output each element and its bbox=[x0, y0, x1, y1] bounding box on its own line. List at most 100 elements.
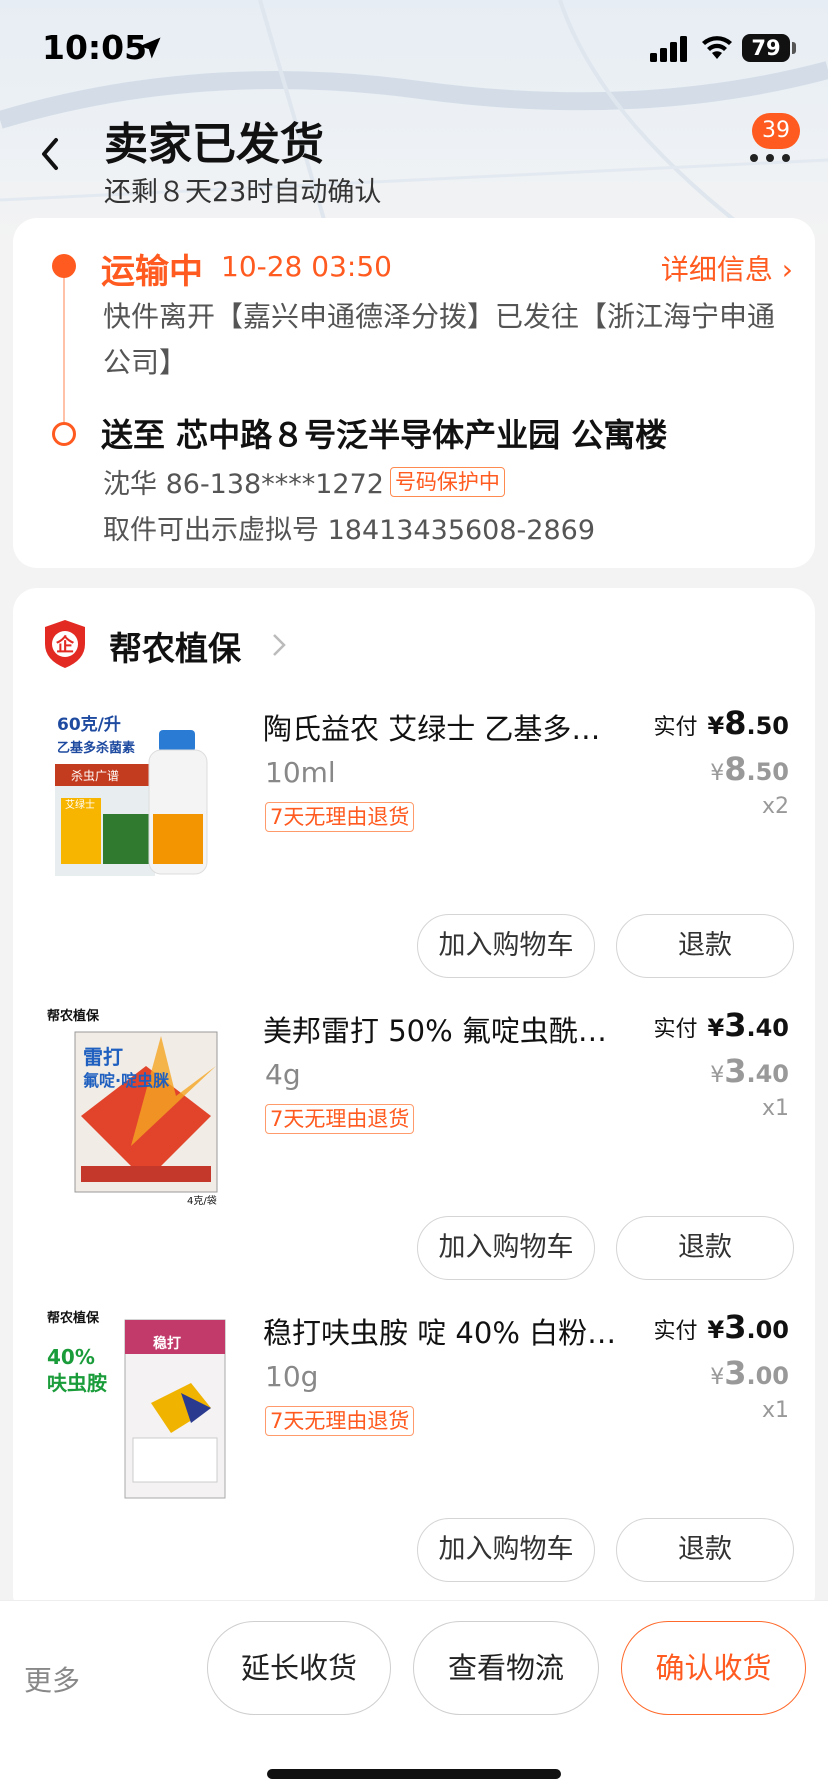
product-title[interactable]: 陶氏益农 艾绿士 乙基多… bbox=[263, 706, 623, 748]
message-count-badge[interactable]: 39 bbox=[752, 113, 800, 149]
order-item[interactable]: 帮农植保 40% 呋虫胺 稳打 稳打呋虫胺 啶 40% 白粉… 10g 7天无理… bbox=[13, 1288, 815, 1590]
orig-integer: 3 bbox=[724, 1052, 747, 1090]
paid-integer: 3 bbox=[724, 1308, 747, 1346]
return-policy-tag: 7天无理由退货 bbox=[265, 1104, 415, 1134]
currency-symbol: ¥ bbox=[710, 1063, 725, 1088]
status-bar: 10:05 79 bbox=[0, 0, 828, 100]
view-logistics-button[interactable]: 查看物流 bbox=[413, 1621, 599, 1715]
orig-decimal: .00 bbox=[746, 1362, 789, 1390]
back-arrow-icon[interactable] bbox=[36, 134, 64, 174]
logistics-card[interactable]: 运输中 10-28 03:50 详细信息 › 快件离开【嘉兴申通德泽分拨】已发往… bbox=[13, 218, 815, 568]
currency-symbol: ¥ bbox=[707, 712, 725, 740]
more-actions-link[interactable]: 更多 bbox=[24, 1659, 80, 1699]
refund-button[interactable]: 退款 bbox=[616, 1216, 794, 1280]
battery-tip bbox=[792, 42, 796, 54]
paid-integer: 3 bbox=[724, 1006, 747, 1044]
image-text-brand: 稳打 bbox=[153, 1335, 181, 1352]
original-price: ¥8.50 bbox=[654, 750, 789, 788]
product-spec: 10g bbox=[265, 1360, 319, 1393]
add-to-cart-button[interactable]: 加入购物车 bbox=[417, 1216, 595, 1280]
image-text-shop: 帮农植保 bbox=[47, 1008, 100, 1024]
quantity: x1 bbox=[761, 1096, 789, 1121]
timeline-destination-dot bbox=[52, 422, 76, 446]
paid-price: 实付 ¥3.40 bbox=[654, 1006, 790, 1044]
product-title[interactable]: 美邦雷打 50% 氟啶虫酰… bbox=[263, 1008, 623, 1050]
product-image[interactable]: 60克/升 乙基多杀菌素 杀虫广谱 艾绿士 bbox=[41, 704, 241, 904]
number-protection-tag: 号码保护中 bbox=[389, 466, 505, 497]
quantity: x2 bbox=[761, 794, 789, 819]
image-text-dosage: 60克/升 bbox=[57, 714, 121, 735]
original-price: ¥3.00 bbox=[654, 1354, 789, 1392]
shipping-status: 运输中 bbox=[101, 252, 203, 292]
price-box: 实付 ¥3.40 ¥3.40 x1 bbox=[654, 1006, 790, 1121]
return-policy-tag: 7天无理由退货 bbox=[265, 802, 415, 832]
quantity: x1 bbox=[761, 1398, 789, 1423]
shipping-description: 快件离开【嘉兴申通德泽分拨】已发往【浙江海宁申通公司】 bbox=[103, 300, 776, 379]
order-card: 企 帮农植保 60克/升 乙基多杀菌素 杀虫广谱 艾绿士 陶氏益农 艾绿士 乙基… bbox=[13, 588, 815, 1618]
paid-label: 实付 bbox=[653, 1319, 698, 1344]
refund-button[interactable]: 退款 bbox=[616, 914, 794, 978]
paid-decimal: .40 bbox=[746, 1014, 789, 1042]
image-text-percent: 40% bbox=[47, 1345, 95, 1369]
add-to-cart-button[interactable]: 加入购物车 bbox=[417, 914, 595, 978]
paid-decimal: .50 bbox=[746, 712, 789, 740]
paid-price: 实付 ¥8.50 bbox=[654, 704, 790, 742]
home-indicator[interactable] bbox=[267, 1769, 561, 1779]
page-title: 卖家已发货 bbox=[104, 119, 324, 170]
bottom-action-bar: 更多 延长收货 查看物流 确认收货 bbox=[0, 1600, 828, 1792]
orig-integer: 8 bbox=[724, 750, 747, 788]
product-image[interactable]: 帮农植保 40% 呋虫胺 稳打 bbox=[41, 1308, 241, 1508]
paid-label: 实付 bbox=[653, 715, 698, 740]
order-item[interactable]: 帮农植保 雷打 氟啶·啶虫脒 4克/袋 美邦雷打 50% 氟啶虫酰… 4g 7天… bbox=[13, 986, 815, 1288]
image-text-scope: 杀虫广谱 bbox=[71, 768, 119, 783]
shop-name[interactable]: 帮农植保 bbox=[109, 622, 241, 670]
confirm-receipt-button[interactable]: 确认收货 bbox=[621, 1621, 806, 1715]
product-spec: 4g bbox=[265, 1058, 301, 1091]
image-text-ingredient: 呋虫胺 bbox=[47, 1371, 107, 1395]
orig-integer: 3 bbox=[724, 1354, 747, 1392]
product-title[interactable]: 稳打呋虫胺 啶 40% 白粉… bbox=[263, 1310, 623, 1352]
image-text-brand: 雷打 bbox=[83, 1045, 123, 1069]
shop-logo-char: 企 bbox=[55, 634, 75, 656]
extend-receipt-button[interactable]: 延长收货 bbox=[207, 1621, 391, 1715]
shipping-time: 10-28 03:50 bbox=[221, 250, 392, 283]
battery-indicator: 79 bbox=[742, 34, 790, 62]
product-image[interactable]: 帮农植保 雷打 氟啶·啶虫脒 4克/袋 bbox=[41, 1006, 241, 1206]
currency-symbol: ¥ bbox=[710, 761, 725, 786]
paid-label: 实付 bbox=[653, 1017, 698, 1042]
image-text-brand: 艾绿士 bbox=[65, 798, 95, 811]
price-box: 实付 ¥8.50 ¥8.50 x2 bbox=[654, 704, 790, 819]
return-policy-tag: 7天无理由退货 bbox=[265, 1406, 415, 1436]
price-box: 实付 ¥3.00 ¥3.00 x1 bbox=[654, 1308, 790, 1423]
delivery-address: 送至 芯中路８号泛半导体产业园 公寓楼 bbox=[101, 416, 668, 454]
wifi-icon bbox=[702, 36, 732, 59]
status-time: 10:05 bbox=[42, 28, 148, 67]
order-item[interactable]: 60克/升 乙基多杀菌素 杀虫广谱 艾绿士 陶氏益农 艾绿士 乙基多… 10ml… bbox=[13, 684, 815, 986]
timeline-line bbox=[63, 278, 65, 422]
add-to-cart-button[interactable]: 加入购物车 bbox=[417, 1518, 595, 1582]
currency-symbol: ¥ bbox=[710, 1365, 725, 1390]
cellular-signal-icon bbox=[650, 36, 687, 62]
refund-button[interactable]: 退款 bbox=[616, 1518, 794, 1582]
contact-info: 沈华 86-138****1272 bbox=[103, 469, 384, 500]
currency-symbol: ¥ bbox=[707, 1316, 725, 1344]
product-spec: 10ml bbox=[265, 756, 336, 789]
image-text-shop: 帮农植保 bbox=[47, 1310, 100, 1326]
paid-price: 实付 ¥3.00 bbox=[654, 1308, 790, 1346]
paid-integer: 8 bbox=[724, 704, 747, 742]
pickup-virtual-number: 取件可出示虚拟号 18413435608-2869 bbox=[103, 515, 595, 546]
chevron-right-icon[interactable] bbox=[271, 632, 287, 658]
orig-decimal: .50 bbox=[746, 758, 789, 786]
logistics-detail-link[interactable]: 详细信息 › bbox=[661, 248, 793, 288]
shop-shield-logo-icon[interactable]: 企 bbox=[41, 618, 89, 670]
contact-line: 沈华 86-138****1272 号码保护中 bbox=[103, 462, 505, 501]
image-text-weight: 4克/袋 bbox=[187, 1194, 217, 1206]
image-text-ingredient: 氟啶·啶虫脒 bbox=[83, 1071, 170, 1090]
paid-decimal: .00 bbox=[746, 1316, 789, 1344]
page-subtitle: 还剩８天23时自动确认 bbox=[104, 177, 382, 208]
currency-symbol: ¥ bbox=[707, 1014, 725, 1042]
image-text-ingredient: 乙基多杀菌素 bbox=[57, 740, 135, 756]
timeline-current-dot bbox=[52, 254, 76, 278]
orig-decimal: .40 bbox=[746, 1060, 789, 1088]
original-price: ¥3.40 bbox=[654, 1052, 789, 1090]
